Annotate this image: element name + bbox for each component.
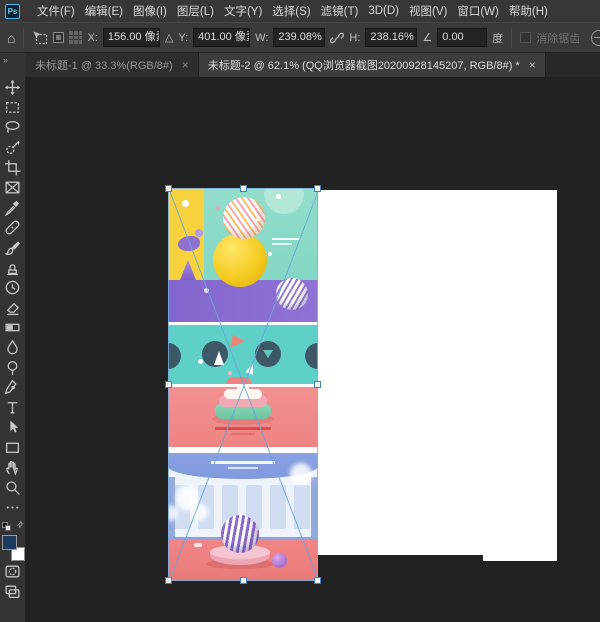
screen-mode-button[interactable] <box>0 581 26 601</box>
antialias-label: 消除锯齿 <box>536 30 580 46</box>
tab-untitled-1[interactable]: 未标题-1 @ 33.3%(RGB/8#) × <box>26 53 199 77</box>
photoshop-logo-icon[interactable]: Ps <box>5 4 20 19</box>
transform-handle-top-left[interactable] <box>165 185 172 192</box>
clone-stamp-tool[interactable] <box>0 257 26 277</box>
foreground-color-swatch[interactable] <box>2 535 17 550</box>
edit-toolbar-ellipsis[interactable] <box>0 497 26 517</box>
y-input[interactable]: 401.00 像素 <box>193 28 250 47</box>
transform-handle-top-center[interactable] <box>240 185 247 192</box>
reference-point-locator-icon <box>69 31 82 44</box>
home-icon[interactable]: ⌂ <box>7 30 15 46</box>
relative-position-toggle[interactable]: △ <box>165 31 173 44</box>
menu-bar: Ps 文件(F) 编辑(E) 图像(I) 图层(L) 文字(Y) 选择(S) 滤… <box>0 0 600 22</box>
x-label: X: <box>87 32 97 44</box>
close-icon[interactable]: × <box>529 59 536 71</box>
menu-image[interactable]: 图像(I) <box>129 3 171 19</box>
transform-bounding-box <box>168 188 318 581</box>
transform-handle-bottom-center[interactable] <box>240 577 247 584</box>
menu-view[interactable]: 视图(V) <box>405 3 451 19</box>
divider <box>511 28 512 48</box>
spot-healing-brush-tool[interactable] <box>0 217 26 237</box>
menu-filter[interactable]: 滤镜(T) <box>317 3 363 19</box>
menu-window[interactable]: 窗口(W) <box>453 3 503 19</box>
rectangle-tool[interactable] <box>0 437 26 457</box>
transform-tool-icon <box>32 30 48 46</box>
y-label: Y: <box>178 32 188 44</box>
dodge-tool[interactable] <box>0 357 26 377</box>
eyedropper-tool[interactable] <box>0 197 26 217</box>
angle-unit-label: 度 <box>492 30 503 46</box>
transform-diagonals <box>169 189 319 582</box>
type-tool[interactable] <box>0 397 26 417</box>
transform-handle-bottom-right[interactable] <box>314 577 321 584</box>
width-input[interactable]: 239.08% <box>273 28 325 47</box>
transform-handle-middle-right[interactable] <box>314 381 321 388</box>
move-tool[interactable] <box>0 77 26 97</box>
reference-point-checkbox[interactable] <box>53 32 64 43</box>
eraser-tool[interactable] <box>0 297 26 317</box>
menu-file[interactable]: 文件(F) <box>33 3 79 19</box>
menu-help[interactable]: 帮助(H) <box>505 3 552 19</box>
angle-input[interactable]: 0.00 <box>437 28 487 47</box>
maintain-aspect-ratio-icon[interactable] <box>330 31 344 45</box>
tab-untitled-2[interactable]: 未标题-2 @ 62.1% (QQ浏览器截图20200928145207, RG… <box>199 53 546 77</box>
menu-3d[interactable]: 3D(D) <box>364 5 403 17</box>
height-label: H: <box>349 32 360 44</box>
mini-color-controls: ⇄ <box>2 520 24 532</box>
tab-label: 未标题-2 @ 62.1% (QQ浏览器截图20200928145207, RG… <box>208 57 520 73</box>
zoom-tool[interactable] <box>0 477 26 497</box>
toolbar: ⇄ <box>0 77 26 622</box>
menu-select[interactable]: 选择(S) <box>268 3 314 19</box>
pen-tool[interactable] <box>0 377 26 397</box>
menu-layer[interactable]: 图层(L) <box>173 3 218 19</box>
color-swatches <box>1 535 25 561</box>
height-input[interactable]: 238.16% <box>365 28 417 47</box>
divider <box>23 28 24 48</box>
tab-label: 未标题-1 @ 33.3%(RGB/8#) <box>35 57 173 73</box>
transform-handle-middle-left[interactable] <box>165 381 172 388</box>
document-tab-bar: » 未标题-1 @ 33.3%(RGB/8#) × 未标题-2 @ 62.1% … <box>0 53 600 77</box>
swap-colors-icon[interactable]: ⇄ <box>15 519 26 530</box>
document-canvas-edge <box>483 555 557 561</box>
warp-mode-icon[interactable] <box>591 30 600 46</box>
frame-tool[interactable] <box>0 177 26 197</box>
toolbar-expand-icon[interactable]: » <box>0 53 26 77</box>
default-colors-icon[interactable] <box>2 522 11 531</box>
rectangular-marquee-tool[interactable] <box>0 97 26 117</box>
crop-tool[interactable] <box>0 157 26 177</box>
lasso-tool[interactable] <box>0 117 26 137</box>
quick-selection-tool[interactable] <box>0 137 26 157</box>
history-brush-tool[interactable] <box>0 277 26 297</box>
close-icon[interactable]: × <box>182 59 189 71</box>
path-selection-tool[interactable] <box>0 417 26 437</box>
blur-tool[interactable] <box>0 337 26 357</box>
menu-edit[interactable]: 编辑(E) <box>81 3 127 19</box>
quick-mask-button[interactable] <box>0 561 26 581</box>
options-bar: ⌂ X: 156.00 像素 △ Y: 401.00 像素 W: 239.08%… <box>0 22 600 53</box>
menu-type[interactable]: 文字(Y) <box>220 3 266 19</box>
hand-tool[interactable] <box>0 457 26 477</box>
antialias-checkbox <box>520 32 531 43</box>
rotate-angle-icon: ∠ <box>422 31 432 44</box>
document-canvas <box>318 190 557 555</box>
gradient-tool[interactable] <box>0 317 26 337</box>
transform-handle-bottom-left[interactable] <box>165 577 172 584</box>
transform-handle-top-right[interactable] <box>314 185 321 192</box>
brush-tool[interactable] <box>0 237 26 257</box>
width-label: W: <box>255 32 268 44</box>
canvas-area[interactable] <box>26 77 600 622</box>
x-input[interactable]: 156.00 像素 <box>103 28 160 47</box>
